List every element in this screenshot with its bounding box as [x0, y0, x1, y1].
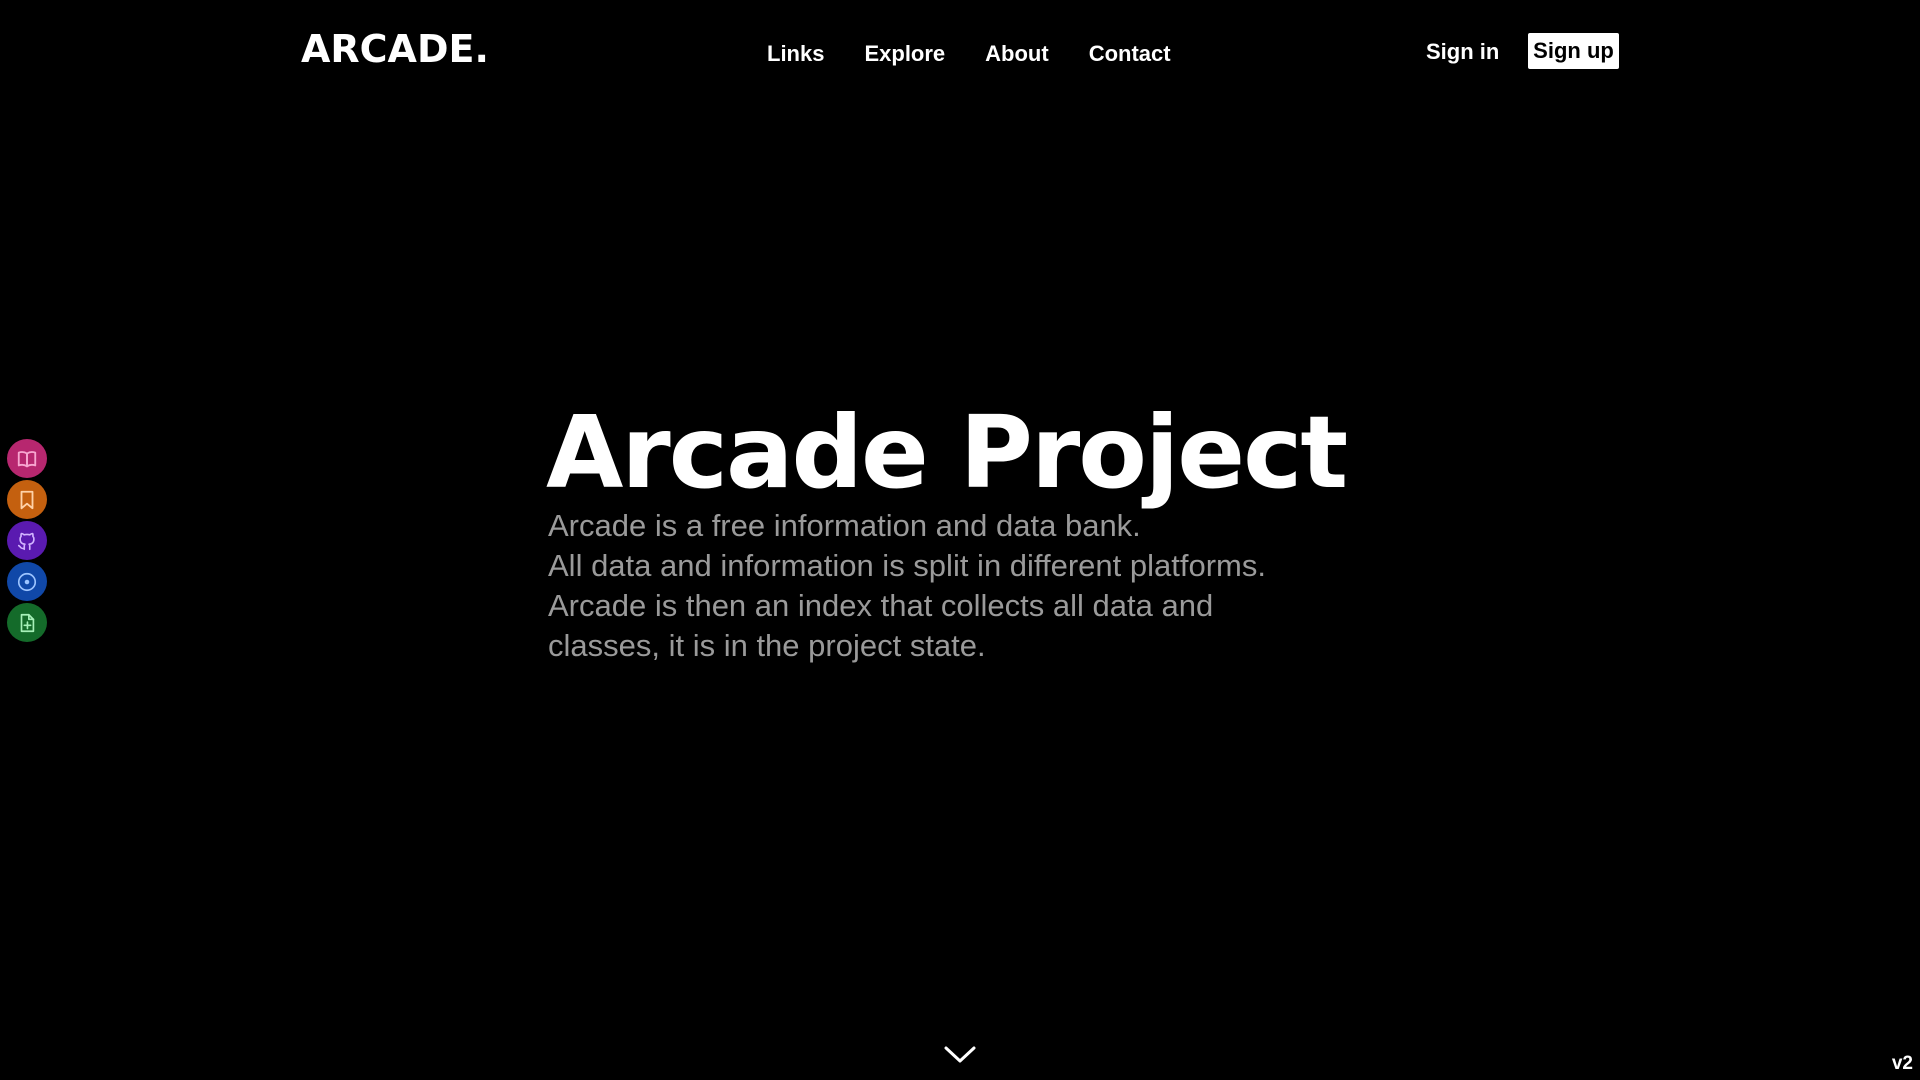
main-nav: Links Explore About Contact: [767, 40, 1171, 68]
version-label: v2: [1891, 1053, 1913, 1074]
hero-description-line: Arcade is then an index that collects al…: [548, 588, 1214, 623]
sign-up-button[interactable]: Sign up: [1528, 33, 1619, 69]
dock-file-add-button[interactable]: [7, 603, 47, 642]
github-icon: [17, 532, 35, 550]
side-dock: [7, 439, 47, 642]
nav-about[interactable]: About: [985, 40, 1049, 68]
hero-description-line: All data and information is split in dif…: [548, 548, 1266, 583]
compass-icon: [17, 572, 37, 591]
dock-book-button[interactable]: [7, 439, 47, 478]
dock-github-button[interactable]: [7, 521, 47, 560]
hero-description-line: Arcade is a free information and data ba…: [548, 508, 1141, 543]
logo[interactable]: ARCADE.: [301, 28, 489, 70]
file-add-icon: [20, 613, 35, 632]
bookmark-icon: [20, 490, 34, 509]
page: ARCADE. Links Explore About Contact Sign…: [0, 0, 1920, 1080]
nav-contact[interactable]: Contact: [1089, 40, 1171, 68]
dock-bookmark-button[interactable]: [7, 480, 47, 519]
hero-title: Arcade Project: [546, 394, 1348, 511]
dock-compass-button[interactable]: [7, 562, 47, 601]
hero-description-line: classes, it is in the project state.: [548, 628, 986, 663]
nav-explore[interactable]: Explore: [864, 40, 945, 68]
chevron-down-icon[interactable]: [943, 1044, 977, 1066]
sign-in-link[interactable]: Sign in: [1426, 38, 1499, 66]
hero-description: Arcade is a free information and data ba…: [548, 506, 1368, 666]
book-icon: [17, 450, 37, 467]
nav-links[interactable]: Links: [767, 40, 824, 68]
